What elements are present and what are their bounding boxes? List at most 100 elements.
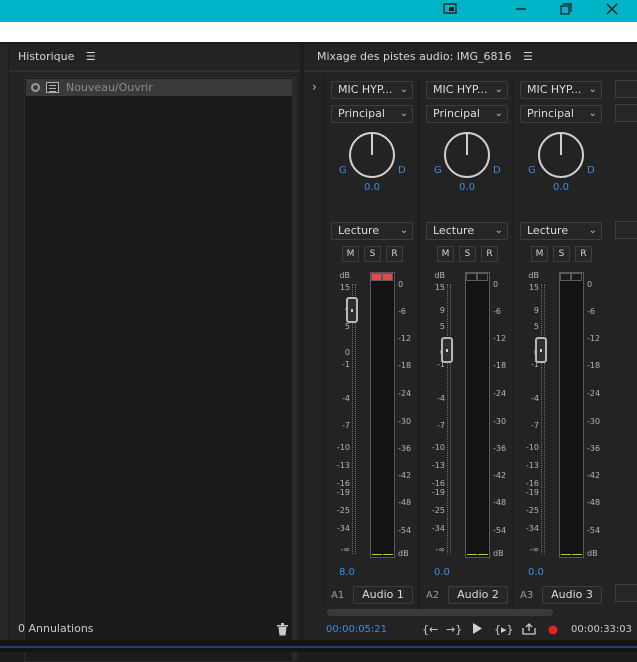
fader-tick-label: -25	[525, 506, 539, 515]
fader-tick-label: -10	[525, 443, 539, 452]
fader-tick-label: -34	[525, 524, 539, 533]
loop-icon[interactable]	[522, 623, 536, 638]
fader-tick-label: -19	[431, 488, 445, 497]
fader-tick-label: -16	[336, 479, 350, 488]
track-input-dropdown[interactable]: MIC HYP... ⌄	[331, 81, 413, 99]
meter-floor-left	[561, 554, 571, 555]
pan-value[interactable]: 0.0	[327, 182, 417, 193]
dropdown-partial[interactable]	[615, 80, 637, 98]
pan-knob[interactable]	[444, 132, 490, 178]
pan-knob[interactable]	[349, 132, 395, 178]
solo-button[interactable]: S	[553, 246, 570, 262]
track-output-dropdown[interactable]: Principal ⌄	[426, 105, 508, 123]
fader-track[interactable]	[352, 284, 356, 554]
meter-tick-label: 0	[493, 280, 499, 289]
peak-indicator-right[interactable]	[382, 273, 393, 281]
track-input-dropdown[interactable]: MIC HYP... ⌄	[520, 81, 602, 99]
history-title: Historique	[18, 50, 75, 63]
dropdown-partial[interactable]	[615, 104, 637, 122]
track-output-dropdown[interactable]: Principal ⌄	[520, 105, 602, 123]
record-icon[interactable]	[548, 625, 558, 638]
fader-tick-label: 9	[533, 306, 539, 315]
mixer-horizontal-scrollbar[interactable]	[327, 609, 553, 616]
peak-indicator-left[interactable]	[560, 273, 571, 281]
fader-tick-label: 5	[439, 322, 445, 331]
panel-menu-icon[interactable]: ☰	[86, 44, 96, 70]
pan-knob[interactable]	[538, 132, 584, 178]
mute-button[interactable]: M	[342, 246, 359, 262]
document-icon	[46, 82, 59, 93]
dropdown-partial[interactable]	[615, 221, 637, 239]
fader-track[interactable]	[447, 284, 451, 554]
fader-tick-label: 15	[434, 283, 445, 292]
volume-fader-handle[interactable]	[441, 337, 453, 363]
meter-tick-label: -36	[587, 444, 601, 453]
fader-tick-label: -4	[531, 394, 539, 403]
fader-tick-label: 0	[344, 348, 350, 357]
record-enable-button[interactable]: R	[386, 246, 403, 262]
mixer-title: Mixage des pistes audio: IMG_6816	[317, 50, 512, 63]
track-name-field[interactable]: Audio 3	[542, 586, 602, 604]
left-gutter	[0, 44, 8, 640]
fader-tick-label: -13	[431, 461, 445, 470]
peak-indicator-right[interactable]	[477, 273, 488, 281]
fader-tick-label: 5	[344, 322, 350, 331]
volume-fader-handle[interactable]	[346, 297, 358, 323]
partial-strip	[615, 80, 637, 616]
track-output-dropdown[interactable]: Principal ⌄	[331, 105, 413, 123]
volume-value[interactable]: 0.0	[434, 567, 450, 578]
window-title-bar	[0, 0, 637, 22]
maximize-icon[interactable]	[555, 2, 577, 20]
record-enable-button[interactable]: R	[575, 246, 592, 262]
meter-tick-label: -30	[398, 417, 412, 426]
chevron-down-icon: ⌄	[494, 225, 503, 236]
mute-button[interactable]: M	[437, 246, 454, 262]
automation-mode-dropdown[interactable]: Lecture ⌄	[426, 222, 508, 240]
channel-label: A2	[426, 590, 440, 601]
volume-fader-handle[interactable]	[535, 337, 547, 363]
track-name-field[interactable]: Audio 2	[448, 586, 508, 604]
fader-tick-label: -13	[336, 461, 350, 470]
track-name-partial[interactable]	[615, 584, 637, 602]
automation-mode-dropdown[interactable]: Lecture ⌄	[520, 222, 602, 240]
fader-track[interactable]	[541, 284, 545, 554]
meter-tick-label: 0	[587, 280, 593, 289]
fader-tick-label: -25	[336, 506, 350, 515]
meter-tick-label: -12	[493, 334, 507, 343]
fader-tick-label: -7	[437, 421, 445, 430]
peak-indicator-left[interactable]	[371, 273, 382, 281]
go-to-out-point-icon[interactable]: →}	[446, 623, 462, 636]
history-item[interactable]: Nouveau/Ouvrir	[26, 79, 292, 96]
pan-value[interactable]: 0.0	[422, 182, 512, 193]
history-panel: Historique ☰ Nouveau/Ouvrir 0 Annulation…	[9, 44, 300, 662]
solo-button[interactable]: S	[364, 246, 381, 262]
play-in-to-out-icon[interactable]: {▸}	[494, 623, 514, 636]
pan-value[interactable]: 0.0	[516, 182, 606, 193]
trash-icon[interactable]	[277, 623, 288, 636]
volume-value[interactable]: 8.0	[339, 567, 355, 578]
record-enable-button[interactable]: R	[481, 246, 498, 262]
fader-tick-label: -7	[531, 421, 539, 430]
fader-tick-label: -34	[431, 524, 445, 533]
fader-tick-label: -4	[437, 394, 445, 403]
go-to-in-point-icon[interactable]: {←	[422, 623, 438, 636]
current-timecode[interactable]: 00:00:05:21	[326, 624, 387, 635]
meter-tick-label: -54	[587, 526, 601, 535]
history-scrollbar[interactable]	[292, 76, 297, 661]
volume-value[interactable]: 0.0	[528, 567, 544, 578]
restore-icon[interactable]	[439, 2, 461, 20]
meter-tick-label: -12	[398, 334, 412, 343]
expand-arrow-icon[interactable]: ›	[312, 80, 317, 94]
close-icon[interactable]	[601, 2, 623, 20]
solo-button[interactable]: S	[459, 246, 476, 262]
play-icon[interactable]	[472, 623, 482, 637]
fader-tick-label: -∞	[435, 545, 445, 554]
peak-indicator-right[interactable]	[571, 273, 582, 281]
track-input-dropdown[interactable]: MIC HYP... ⌄	[426, 81, 508, 99]
minimize-icon[interactable]	[510, 2, 532, 20]
track-name-field[interactable]: Audio 1	[353, 586, 413, 604]
automation-mode-dropdown[interactable]: Lecture ⌄	[331, 222, 413, 240]
peak-indicator-left[interactable]	[466, 273, 477, 281]
panel-menu-icon[interactable]: ☰	[523, 44, 533, 70]
mute-button[interactable]: M	[531, 246, 548, 262]
